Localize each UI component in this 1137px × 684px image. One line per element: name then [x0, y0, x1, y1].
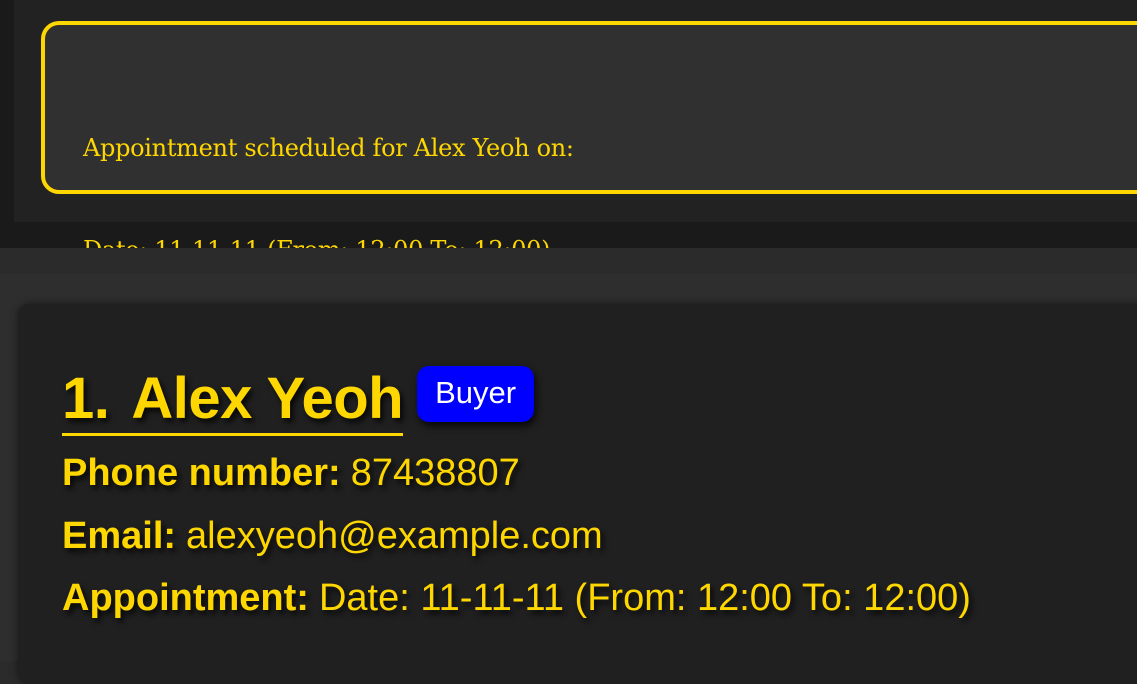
person-card[interactable]: 1. Alex Yeoh Buyer Phone number: 87438807 … [18, 304, 1137, 684]
appointment-field: Appointment: Date: 11-11-11 (From: 12:00 … [62, 575, 971, 621]
tag-badge: Buyer [417, 366, 535, 422]
phone-label: Phone number: [62, 452, 341, 494]
result-display-panel: Appointment scheduled for Alex Yeoh on: … [0, 0, 1137, 264]
appointment-value: Date: 11-11-11 (From: 12:00 To: 12:00) [318, 577, 971, 619]
person-name-row: 1. Alex Yeoh Buyer [62, 362, 535, 438]
result-display-textarea[interactable]: Appointment scheduled for Alex Yeoh on: … [41, 21, 1137, 264]
person-name-text: Alex Yeoh [131, 365, 404, 431]
panel-divider [0, 248, 1137, 274]
phone-value: 87438807 [350, 452, 520, 494]
email-label: Email: [62, 515, 177, 557]
email-field: Email: alexyeoh@example.com [62, 513, 603, 559]
appointment-label: Appointment: [62, 577, 309, 619]
result-line: Appointment scheduled for Alex Yeoh on: [83, 134, 574, 162]
person-name: 1. Alex Yeoh [62, 365, 404, 436]
email-value: alexyeoh@example.com [186, 515, 603, 557]
person-index: 1. [62, 365, 110, 431]
person-list-panel[interactable]: 1. Alex Yeoh Buyer Phone number: 87438807 … [0, 274, 1137, 684]
phone-field: Phone number: 87438807 [62, 450, 520, 496]
